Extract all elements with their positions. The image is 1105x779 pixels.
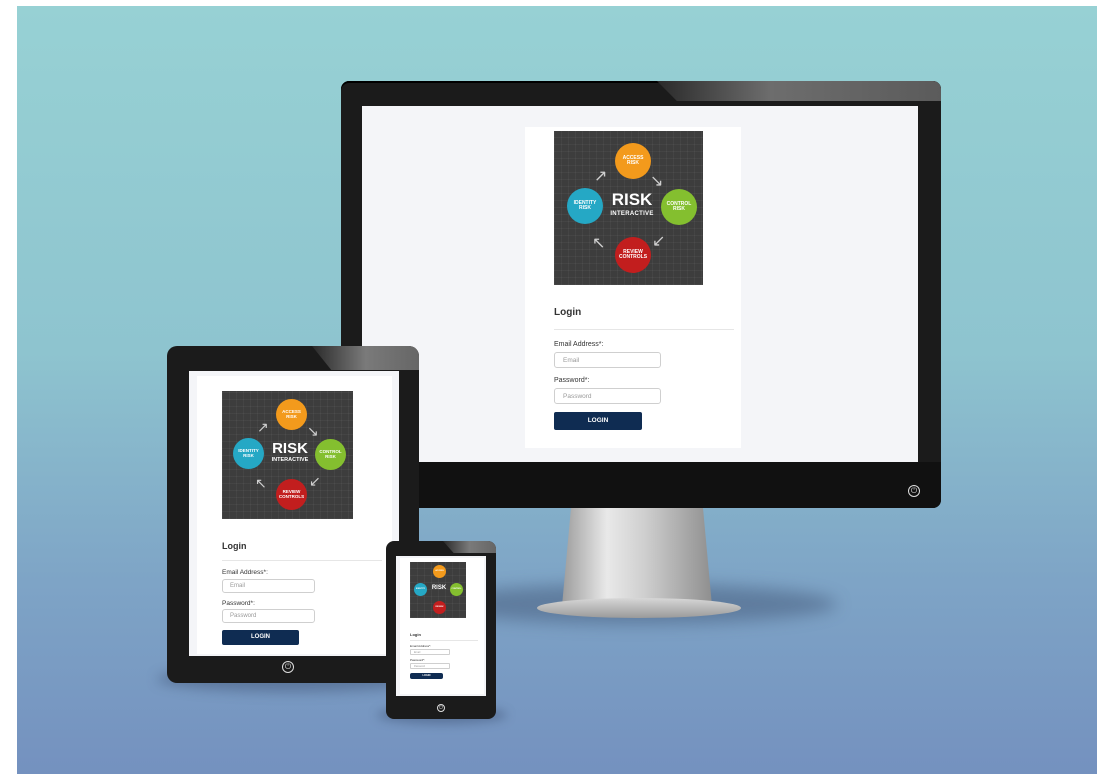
login-button[interactable]: LOGIN	[554, 412, 642, 430]
divider	[410, 640, 478, 641]
arrow-icon: ↖	[255, 475, 267, 491]
password-label: Password*:	[410, 658, 426, 662]
email-input[interactable]: Email	[410, 649, 450, 655]
divider	[554, 329, 734, 330]
logo-title: RISK	[272, 440, 308, 457]
power-icon[interactable]: ⏻	[282, 661, 294, 673]
password-input[interactable]: Password	[554, 388, 661, 404]
monitor-gloss	[657, 81, 941, 101]
logo-subtitle: INTERACTIVE	[610, 211, 654, 217]
email-label: Email Address*:	[222, 569, 268, 576]
arrow-icon: ↗	[594, 168, 608, 185]
review-controls-node: REVIEW CONTROLS	[615, 237, 651, 273]
login-button[interactable]: LOGIN	[222, 630, 299, 645]
logo-subtitle: INTERACTIVE	[271, 457, 309, 463]
review-controls-node: REVIEW	[433, 601, 446, 614]
risk-interactive-logo: ↗ ↘ ↙ ↖ ACCESS RISK IDENTITY RISK CONTROL R…	[222, 391, 353, 519]
logo-title: RISK	[611, 190, 653, 209]
divider	[222, 560, 382, 561]
login-button[interactable]: LOGIN	[410, 673, 443, 679]
tablet-login-card: ↗ ↘ ↙ ↖ ACCESS RISK IDENTITY RISK CONTROL R…	[197, 376, 392, 654]
login-heading: Login	[554, 307, 582, 318]
email-label: Email Address*:	[410, 644, 432, 648]
promo-scene: ⏻ ↗ ↘ ↙ ↖ ACCESS RISK IDENTITY RISK CONTRO…	[17, 6, 1097, 774]
arrow-icon: ↙	[652, 233, 666, 250]
monitor-stand-neck	[562, 508, 712, 606]
email-input[interactable]: Email	[222, 579, 315, 593]
access-risk-node: ACCESS RISK	[276, 399, 307, 430]
arrow-icon: ↘	[307, 423, 319, 439]
power-icon[interactable]: ⏻	[437, 704, 445, 712]
password-label: Password*:	[222, 600, 255, 607]
arrow-icon: ↘	[650, 173, 664, 190]
risk-interactive-logo: ACCESS IDENTITY CONTROL REVIEW RISK	[410, 562, 466, 618]
identity-risk-node: IDENTITY RISK	[233, 438, 264, 469]
logo-title: RISK	[431, 585, 447, 591]
password-label: Password*:	[554, 377, 590, 384]
email-input[interactable]: Email	[554, 352, 661, 368]
phone-login-card: ACCESS IDENTITY CONTROL REVIEW RISK Logi…	[400, 558, 484, 694]
email-label: Email Address*:	[554, 341, 604, 348]
review-controls-node: REVIEW CONTROLS	[276, 479, 307, 510]
monitor-chin	[341, 462, 941, 508]
access-risk-node: ACCESS RISK	[615, 143, 651, 179]
identity-risk-node: IDENTITY	[414, 583, 427, 596]
control-risk-node: CONTROL	[450, 583, 463, 596]
arrow-icon: ↗	[257, 419, 269, 435]
password-input[interactable]: Password	[410, 663, 450, 669]
control-risk-node: CONTROL RISK	[661, 189, 697, 225]
risk-interactive-logo: ↗ ↘ ↙ ↖ ACCESS RISK IDENTITY RISK CONTROL R…	[554, 131, 703, 285]
password-input[interactable]: Password	[222, 609, 315, 623]
arrow-icon: ↖	[592, 235, 606, 252]
identity-risk-node: IDENTITY RISK	[567, 188, 603, 224]
control-risk-node: CONTROL RISK	[315, 439, 346, 470]
login-heading: Login	[410, 632, 421, 637]
login-card: ↗ ↘ ↙ ↖ ACCESS RISK IDENTITY RISK CONTROL R…	[525, 127, 741, 448]
arrow-icon: ↙	[309, 473, 321, 489]
login-heading: Login	[222, 541, 247, 551]
power-icon[interactable]: ⏻	[908, 485, 920, 497]
monitor-stand-base	[537, 598, 741, 618]
access-risk-node: ACCESS	[433, 565, 446, 578]
